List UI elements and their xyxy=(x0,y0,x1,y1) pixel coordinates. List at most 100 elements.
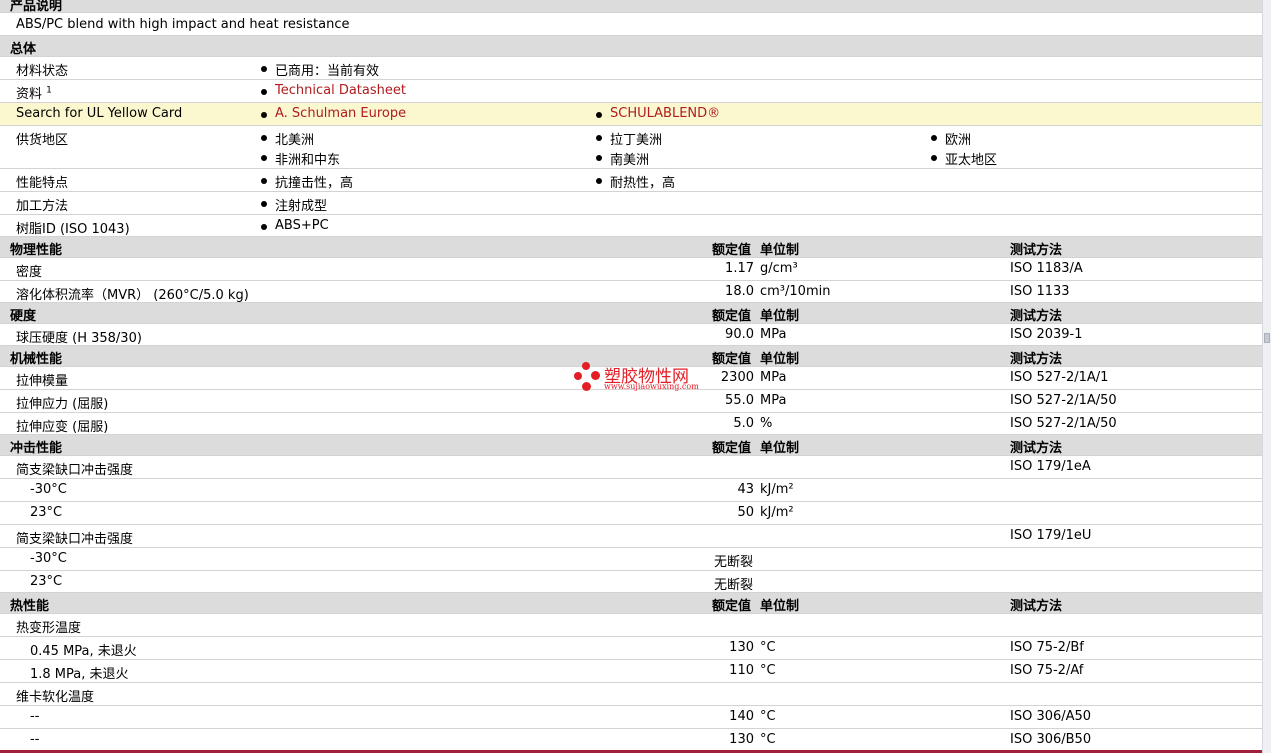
test-method: ISO 527-2/1A/50 xyxy=(1010,416,1117,431)
region-item: 非洲和中东 xyxy=(275,153,341,168)
property-value: 140 xyxy=(729,709,754,724)
section-title: 冲击性能 xyxy=(10,441,63,456)
row-ul-yellow-card: Search for UL Yellow Card A. Schulman Eu… xyxy=(0,103,1262,126)
test-method: ISO 527-2/1A/1 xyxy=(1010,370,1109,385)
section-header-impact: 冲击性能 额定值 单位制 测试方法 xyxy=(0,435,1262,456)
col-method-header: 测试方法 xyxy=(1010,599,1063,614)
group-row: 维卡软化温度 xyxy=(0,683,1262,706)
group-row: 简支梁缺口冲击强度 ISO 179/1eA xyxy=(0,456,1262,479)
row-resources: 资料 1 Technical Datasheet xyxy=(0,80,1262,103)
feature-item: 抗撞击性，高 xyxy=(275,176,354,191)
property-name: 维卡软化温度 xyxy=(16,690,95,705)
section-header-general: 总体 xyxy=(0,36,1262,57)
condition-name: -- xyxy=(30,709,40,724)
property-name: 密度 xyxy=(16,265,43,280)
region-item: 亚太地区 xyxy=(945,153,998,168)
table-row: 溶化体积流率（MVR） (260°C/5.0 kg) 18.0 cm³/10mi… xyxy=(0,281,1262,303)
watermark-logo-icon xyxy=(582,362,590,370)
scrollbar-thumb[interactable] xyxy=(1264,333,1270,343)
ul-link-schulman[interactable]: A. Schulman Europe xyxy=(275,106,406,121)
col-method-header: 测试方法 xyxy=(1010,309,1063,324)
row-resin-id: 树脂ID (ISO 1043) ABS+PC xyxy=(0,215,1262,237)
property-unit: MPa xyxy=(760,327,787,342)
property-value: 无断裂 xyxy=(714,555,754,570)
property-value: 无断裂 xyxy=(714,578,754,593)
property-unit: °C xyxy=(760,640,776,655)
bullet-icon xyxy=(931,135,937,141)
ul-link-schulablend[interactable]: SCHULABLEND® xyxy=(610,106,720,121)
vertical-scrollbar[interactable] xyxy=(1262,0,1271,753)
col-method-header: 测试方法 xyxy=(1010,441,1063,456)
row-label: 资料 1 xyxy=(16,85,52,102)
property-value: 130 xyxy=(729,732,754,747)
condition-name: 23°C xyxy=(30,505,63,520)
section-header-physical: 物理性能 额定值 单位制 测试方法 xyxy=(0,237,1262,258)
row-product-desc: ABS/PC blend with high impact and heat r… xyxy=(0,13,1262,36)
property-value: 130 xyxy=(729,640,754,655)
property-unit: kJ/m² xyxy=(760,505,794,520)
section-title: 产品说明 xyxy=(10,0,63,14)
col-value-header: 额定值 xyxy=(712,599,752,614)
property-name: 球压硬度 (H 358/30) xyxy=(16,331,142,346)
condition-name: -30°C xyxy=(30,551,67,566)
section-title: 热性能 xyxy=(10,599,50,614)
region-item: 南美洲 xyxy=(610,153,650,168)
property-name: 拉伸应变 (屈服) xyxy=(16,420,109,435)
col-method-header: 测试方法 xyxy=(1010,243,1063,258)
row-material-status: 材料状态 已商用：当前有效 xyxy=(0,57,1262,80)
row-label: 供货地区 xyxy=(16,133,69,148)
property-value: 43 xyxy=(737,482,754,497)
section-title: 硬度 xyxy=(10,309,37,324)
table-row: -- 130 °C ISO 306/B50 xyxy=(0,729,1262,750)
table-row: 拉伸应变 (屈服) 5.0 % ISO 527-2/1A/50 xyxy=(0,413,1262,435)
watermark-logo-icon xyxy=(582,382,591,391)
property-unit: cm³/10min xyxy=(760,284,831,299)
technical-datasheet-link[interactable]: Technical Datasheet xyxy=(275,83,406,98)
row-supply-region: 供货地区 北美洲 拉丁美洲 欧洲 非洲和中东 南美洲 亚太地区 xyxy=(0,126,1262,169)
property-name: 热变形温度 xyxy=(16,621,82,636)
watermark: 塑胶物性网 www.sujiaowuxing.com xyxy=(574,360,704,394)
region-item: 欧洲 xyxy=(945,133,972,148)
col-value-header: 额定值 xyxy=(712,243,752,258)
col-method-header: 测试方法 xyxy=(1010,352,1063,367)
bullet-icon xyxy=(596,155,602,161)
row-label: 树脂ID (ISO 1043) xyxy=(16,222,130,237)
bullet-icon xyxy=(596,135,602,141)
property-value: 90.0 xyxy=(725,327,754,342)
bullet-icon xyxy=(261,155,267,161)
test-method: ISO 75-2/Bf xyxy=(1010,640,1084,655)
bullet-icon xyxy=(596,178,602,184)
bullet-icon xyxy=(261,224,267,230)
region-item: 拉丁美洲 xyxy=(610,133,663,148)
watermark-logo-icon xyxy=(574,372,582,380)
property-value: 110 xyxy=(729,663,754,678)
row-label: 材料状态 xyxy=(16,64,69,79)
table-row: -- 140 °C ISO 306/A50 xyxy=(0,706,1262,729)
test-method: ISO 179/1eU xyxy=(1010,528,1092,543)
col-value-header: 额定值 xyxy=(712,309,752,324)
test-method: ISO 1133 xyxy=(1010,284,1070,299)
property-unit: °C xyxy=(760,663,776,678)
bullet-icon xyxy=(261,66,267,72)
row-value: 已商用：当前有效 xyxy=(275,64,380,79)
bullet-icon xyxy=(261,89,267,95)
table-row: 密度 1.17 g/cm³ ISO 1183/A xyxy=(0,258,1262,281)
row-label: 加工方法 xyxy=(16,199,69,214)
property-name: 拉伸应力 (屈服) xyxy=(16,397,109,412)
property-name: 拉伸模量 xyxy=(16,374,69,389)
table-row: 1.8 MPa, 未退火 110 °C ISO 75-2/Af xyxy=(0,660,1262,683)
property-value: 50 xyxy=(737,505,754,520)
watermark-logo-icon xyxy=(591,371,600,380)
group-row: 热变形温度 xyxy=(0,614,1262,637)
property-name: 简支梁缺口冲击强度 xyxy=(16,532,134,547)
condition-name: -30°C xyxy=(30,482,67,497)
col-unit-header: 单位制 xyxy=(760,309,800,324)
test-method: ISO 1183/A xyxy=(1010,261,1083,276)
table-row: 0.45 MPa, 未退火 130 °C ISO 75-2/Bf xyxy=(0,637,1262,660)
test-method: ISO 527-2/1A/50 xyxy=(1010,393,1117,408)
datasheet-page: 产品说明 ABS/PC blend with high impact and h… xyxy=(0,0,1262,753)
table-row: -30°C 43 kJ/m² xyxy=(0,479,1262,502)
bullet-icon xyxy=(596,112,602,118)
test-method: ISO 306/B50 xyxy=(1010,732,1092,747)
table-row: 球压硬度 (H 358/30) 90.0 MPa ISO 2039-1 xyxy=(0,324,1262,346)
